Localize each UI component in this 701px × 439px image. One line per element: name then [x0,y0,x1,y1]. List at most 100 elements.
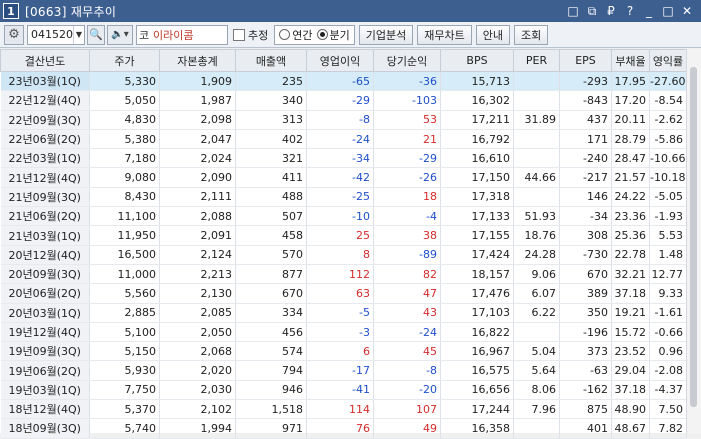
table-cell: 2,091 [159,225,236,246]
table-cell: -240 [559,148,612,169]
table-cell: -10.18 [649,167,687,188]
table-cell: 24.28 [513,245,560,265]
table-row[interactable]: 19년09월(3Q) 5,150 2,068 574 6 45 16,967 5.04 373 2… [0,341,687,362]
table-cell: 17,103 [440,303,514,323]
table-row[interactable]: 20년09월(3Q) 11,000 2,213 877 112 82 18,157 9.06 6… [0,264,687,285]
query-button[interactable]: 조회 [513,24,549,45]
col-period[interactable]: 결산년도 [0,49,90,72]
table-row[interactable]: 22년06월(2Q) 5,380 2,047 402 -24 21 16,792 171 28.… [0,129,687,150]
stock-code-combo[interactable]: 041520 ▼ [27,24,85,45]
table-row[interactable]: 21년12월(4Q) 9,080 2,090 411 -42 -26 17,150 44.66… [0,167,687,188]
table-cell: 570 [235,245,307,265]
table-cell: 0.96 [649,341,687,362]
table-row[interactable]: 21년06월(2Q) 11,100 2,088 507 -10 -4 17,133 51.93… [0,206,687,227]
help-icon[interactable]: ? [624,4,636,18]
link-icon[interactable]: □ [567,4,579,18]
table-cell: 107 [373,399,441,420]
vertical-scrollbar[interactable] [686,49,701,433]
table-cell: 18 [373,187,441,208]
col-op-income[interactable]: 영업이익 [306,49,374,72]
col-op-margin[interactable]: 영익률 [649,49,687,72]
table-row[interactable]: 18년09월(3Q) 5,740 1,994 971 76 49 16,358 401 48.6… [0,418,687,439]
window-number-badge: 1 [3,3,19,19]
table-row[interactable]: 22년03월(1Q) 7,180 2,024 321 -34 -29 16,610 -240 2… [0,148,687,169]
table-cell: 12.77 [649,264,687,285]
pin-icon[interactable]: ₽ [605,4,617,18]
table-cell: 971 [235,418,307,439]
table-row[interactable]: 21년03월(1Q) 11,950 2,091 458 25 38 17,155 18.76 3… [0,225,687,246]
table-cell: 18.76 [513,225,560,246]
col-per[interactable]: PER [513,49,560,72]
table-row[interactable]: 20년06월(2Q) 5,560 2,130 670 63 47 17,476 6.07 389… [0,283,687,304]
stock-code-input[interactable]: 041520 [28,28,73,41]
col-sales[interactable]: 매출액 [235,49,307,72]
col-price[interactable]: 주가 [89,49,160,72]
search-icon[interactable]: 🔍 [87,24,105,45]
table-cell: 5,100 [89,322,160,343]
restore-icon[interactable]: ⧉ [586,4,598,18]
table-cell: -8 [306,110,374,130]
table-cell: 5,740 [89,418,160,439]
table-cell: -843 [559,90,612,111]
table-cell: 321 [235,148,307,169]
table-cell: 5,560 [89,283,160,304]
table-cell: 946 [235,380,307,401]
table-cell: -1.93 [649,206,687,227]
guide-button[interactable]: 안내 [475,24,510,45]
table-cell: 875 [559,399,612,420]
gear-icon[interactable]: ⚙ [4,24,24,45]
radio-yearly[interactable]: 연간 [279,27,313,43]
radio-quarterly[interactable]: 분기 [316,27,350,43]
table-row[interactable]: 22년09월(3Q) 4,830 2,098 313 -8 53 17,211 31.89 43… [0,110,687,130]
table-row[interactable]: 21년09월(3Q) 8,430 2,111 488 -25 18 17,318 146 24.… [0,187,687,208]
table-cell: -41 [306,380,374,401]
table-row[interactable]: 19년06월(2Q) 5,930 2,020 794 -17 -8 16,575 5.64 -6… [0,360,687,381]
table-cell: 22년12월(4Q) [0,90,90,111]
table-cell: 2,020 [159,360,236,381]
minimize-icon[interactable]: _ [643,4,655,18]
company-analysis-button[interactable]: 기업분석 [358,24,414,45]
table-cell: 82 [373,264,441,285]
maximize-icon[interactable]: □ [662,4,674,18]
table-row[interactable]: 20년12월(4Q) 16,500 2,124 570 8 -89 17,424 24.28-… [0,245,687,265]
col-equity[interactable]: 자본총계 [159,49,236,72]
table-cell: 2,068 [159,341,236,362]
table-cell: 38 [373,225,441,246]
estimate-checkbox[interactable]: 추정 [233,27,268,43]
table-row[interactable]: 23년03월(1Q) 5,330 1,909 235 -65 -36 15,713 -293 1… [0,71,687,92]
radio-quarterly-label: 분기 [329,28,350,42]
table-row[interactable]: 19년03월(1Q) 7,750 2,030 946 -41 -20 16,656 8.06-… [0,380,687,401]
col-eps[interactable]: EPS [559,49,612,72]
chevron-down-icon[interactable]: ▼ [73,25,84,44]
table-cell: 17,150 [440,167,514,188]
financial-chart-button[interactable]: 재무차트 [417,24,472,45]
speaker-icon[interactable]: 🔈▾ [107,24,133,45]
scrollbar-thumb[interactable] [690,67,697,407]
col-bps[interactable]: BPS [440,49,514,72]
table-cell: 18,157 [440,264,514,285]
table-cell: 19년03월(1Q) [0,380,90,401]
table-row[interactable]: 18년12월(4Q) 5,370 2,102 1,518 114 107 17,244 7.9… [0,399,687,420]
table-row[interactable]: 22년12월(4Q) 5,050 1,987 340 -29 -103 16,302 -843… [0,90,687,111]
table-cell: -2.08 [649,360,687,381]
table-cell: 235 [235,71,307,92]
table-row[interactable]: 19년12월(4Q) 5,100 2,050 456 -3 -24 16,822 -196 15… [0,322,687,343]
table-cell: 389 [559,283,612,304]
table-cell [513,71,560,92]
table-cell: 21년03월(1Q) [0,225,90,246]
radio-dot[interactable] [279,29,291,40]
close-icon[interactable]: ✕ [681,4,693,18]
col-debt-ratio[interactable]: 부채율 [611,49,650,72]
table-cell: 488 [235,187,307,208]
col-net-income[interactable]: 당기순익 [373,49,441,72]
table-cell [513,187,560,208]
checkbox-box[interactable] [233,28,245,41]
table-cell: -8 [373,360,441,381]
table-row[interactable]: 20년03월(1Q) 2,885 2,085 334 -5 43 17,103 6.22 350… [0,303,687,323]
table-cell: 114 [306,399,374,420]
table-cell: -63 [559,360,612,381]
table-cell: 16,358 [440,418,514,439]
table-cell: 5.04 [513,341,560,362]
table-cell: -103 [373,90,441,111]
radio-dot-selected[interactable] [316,29,328,40]
